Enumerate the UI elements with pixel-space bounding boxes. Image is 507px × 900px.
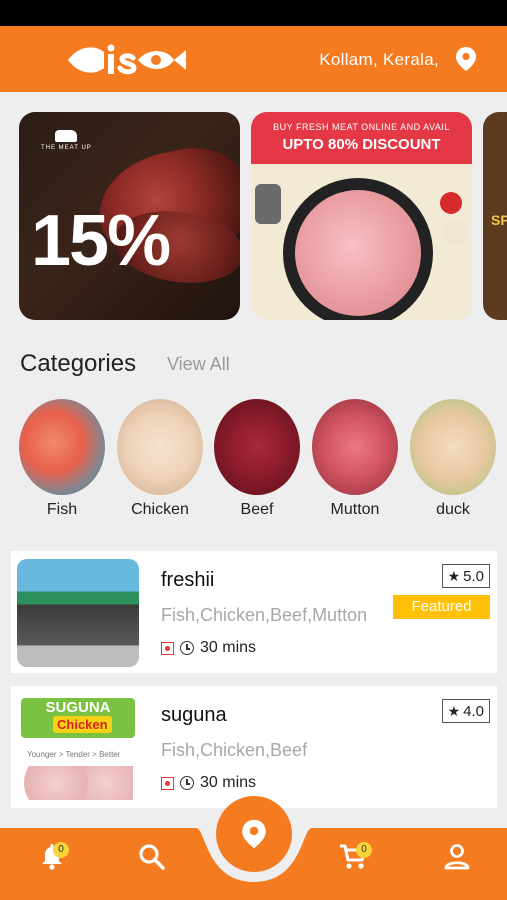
shop-card-suguna[interactable]: SUGUNA Chicken Younger > Tender > Better… bbox=[11, 686, 497, 808]
map-fab-button[interactable] bbox=[216, 796, 292, 872]
clock-icon bbox=[180, 776, 194, 790]
shop-name: suguna bbox=[161, 704, 227, 726]
category-fish[interactable]: Fish bbox=[19, 399, 105, 519]
banner3-text: SP bbox=[491, 212, 507, 228]
category-chicken[interactable]: Chicken bbox=[117, 399, 203, 519]
rating-badge: ★ 4.0 bbox=[441, 699, 490, 723]
delivery-time: 30 mins bbox=[161, 639, 256, 657]
tomato-image bbox=[440, 192, 462, 214]
shop-categories: Fish,Chicken,Beef,Mutton bbox=[161, 605, 368, 625]
beef-image bbox=[214, 399, 300, 495]
view-all-link[interactable]: View All bbox=[167, 354, 230, 375]
location-pin-icon[interactable] bbox=[455, 46, 477, 72]
shop-categories: Fish,Chicken,Beef bbox=[161, 740, 308, 760]
rating-value: 4.0 bbox=[463, 702, 484, 720]
star-icon: ★ bbox=[447, 702, 461, 719]
location-pin-icon bbox=[242, 819, 266, 849]
time-text: 30 mins bbox=[200, 639, 257, 656]
nonveg-mark-icon bbox=[161, 776, 174, 790]
duck-image bbox=[410, 399, 496, 495]
shop-name: freshii bbox=[161, 569, 215, 591]
search-icon[interactable] bbox=[137, 842, 167, 872]
clock-icon bbox=[180, 641, 194, 655]
banner-line1: BUY FRESH MEAT ONLINE AND AVAIL bbox=[273, 122, 450, 132]
suguna-chicken-label: Chicken bbox=[53, 716, 112, 733]
time-text: 30 mins bbox=[200, 774, 257, 791]
delivery-time: 30 mins bbox=[161, 774, 256, 792]
shop-image: SUGUNA Chicken Younger > Tender > Better bbox=[17, 694, 139, 802]
chicken-pieces-image bbox=[23, 766, 133, 800]
nonveg-mark-icon bbox=[161, 641, 174, 655]
category-beef[interactable]: Beef bbox=[214, 399, 300, 519]
promo-banner-discount[interactable]: BUY FRESH MEAT ONLINE AND AVAIL UPTO 80%… bbox=[251, 112, 472, 320]
shop-card-freshii[interactable]: freshii Fish,Chicken,Beef,Mutton 30 mins… bbox=[11, 551, 497, 673]
banner-line2: UPTO 80% DISCOUNT bbox=[282, 136, 441, 153]
featured-badge: Featured bbox=[393, 595, 490, 619]
brand-logo: THE MEAT UP bbox=[41, 130, 92, 151]
cart-badge: 0 bbox=[356, 842, 372, 858]
fish-image bbox=[19, 399, 105, 495]
category-label: duck bbox=[436, 501, 470, 518]
mutton-image bbox=[312, 399, 398, 495]
category-label: Fish bbox=[46, 501, 78, 518]
promo-banner-partial[interactable]: SP bbox=[483, 112, 507, 320]
status-bar bbox=[0, 0, 507, 26]
fish-logo bbox=[68, 44, 186, 75]
discount-percent: 15% bbox=[31, 201, 171, 281]
star-icon: ★ bbox=[447, 567, 461, 584]
profile-icon[interactable] bbox=[442, 842, 472, 872]
category-label: Beef bbox=[240, 501, 274, 518]
category-label: Chicken bbox=[131, 501, 189, 518]
spice-jar-image bbox=[255, 184, 281, 224]
cow-icon bbox=[55, 130, 78, 142]
notification-badge: 0 bbox=[53, 842, 69, 858]
category-mutton[interactable]: Mutton bbox=[312, 399, 398, 519]
discount-header: BUY FRESH MEAT ONLINE AND AVAIL UPTO 80%… bbox=[251, 112, 472, 164]
chicken-image bbox=[117, 399, 203, 495]
rating-badge: ★ 5.0 bbox=[441, 564, 490, 588]
app-header: Kollam, Kerala, bbox=[0, 26, 507, 92]
shop-image bbox=[17, 559, 139, 667]
location-label[interactable]: Kollam, Kerala, bbox=[319, 50, 439, 70]
suguna-tagline: Younger > Tender > Better bbox=[27, 750, 121, 759]
promo-banner-steak[interactable]: THE MEAT UP 15% bbox=[19, 112, 240, 320]
raw-meat-image bbox=[295, 190, 421, 316]
promo-carousel[interactable]: THE MEAT UP 15% BUY FRESH MEAT ONLINE AN… bbox=[0, 92, 507, 332]
categories-title: Categories bbox=[20, 350, 137, 377]
category-label: Mutton bbox=[330, 501, 380, 518]
rating-value: 5.0 bbox=[463, 567, 484, 585]
category-duck[interactable]: duck bbox=[410, 399, 496, 519]
onion-image bbox=[442, 220, 468, 246]
